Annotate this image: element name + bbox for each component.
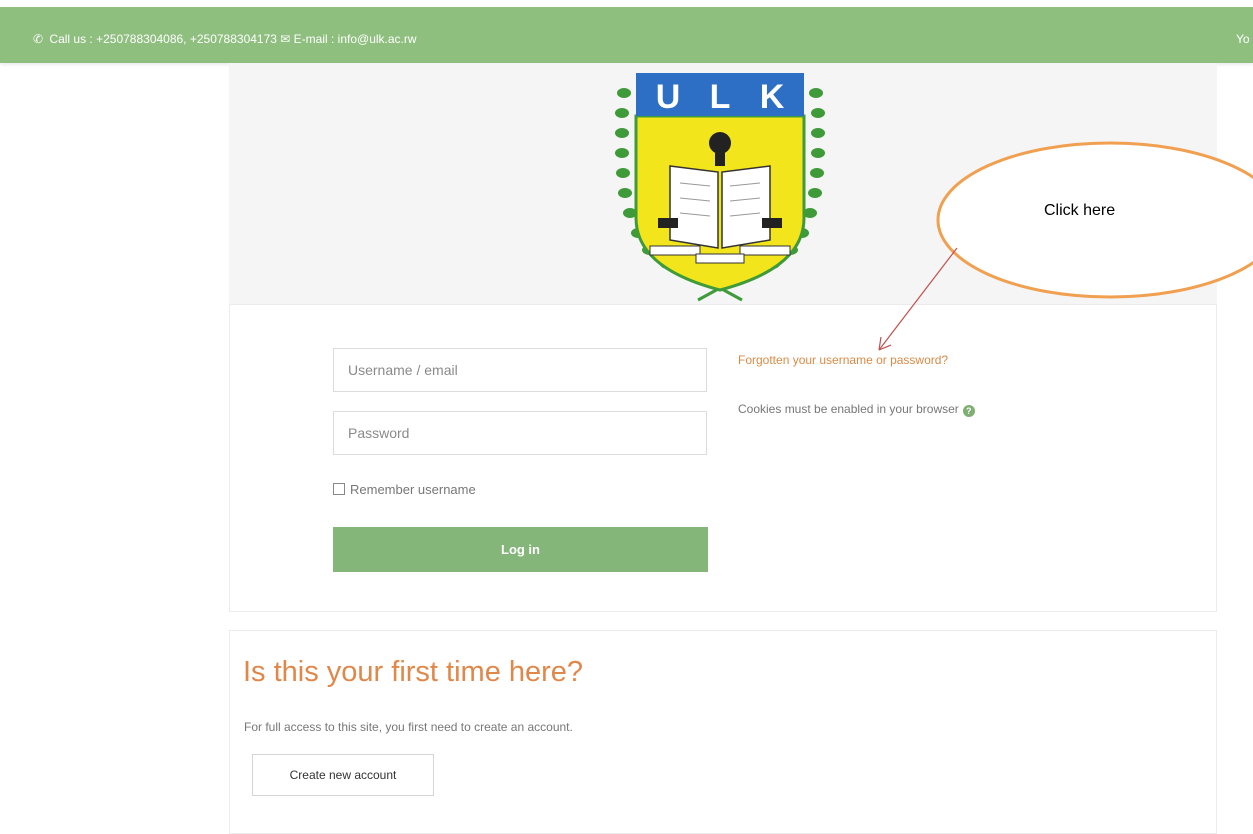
create-account-button[interactable]: Create new account — [252, 754, 434, 796]
password-input[interactable] — [333, 411, 707, 455]
phone-icon: ✆ — [33, 32, 44, 46]
top-contact-bar: ✆ Call us : +250788304086, +250788304173… — [0, 7, 1253, 63]
login-card: Remember username Log in Forgotten your … — [229, 304, 1217, 612]
help-icon[interactable]: ? — [962, 405, 975, 417]
ulk-crest-logo: U L K — [615, 73, 825, 302]
annotation-text: Click here — [1044, 202, 1116, 219]
logo-letter-k: K — [760, 78, 785, 116]
first-time-heading: Is this your first time here? — [243, 656, 584, 688]
remember-label: Remember username — [350, 482, 476, 497]
username-input[interactable] — [333, 348, 707, 392]
first-time-card: Is this your first time here? For full a… — [229, 630, 1217, 834]
logo-letter-u: U — [656, 78, 681, 116]
login-button[interactable]: Log in — [333, 527, 708, 572]
contact-text: Call us : +250788304086, +250788304173 ✉… — [49, 32, 417, 46]
contact-info: ✆ Call us : +250788304086, +250788304173… — [33, 32, 417, 46]
remember-checkbox[interactable] — [333, 483, 345, 495]
logo-panel: U L K — [229, 63, 1217, 305]
forgot-password-link[interactable]: Forgotten your username or password? — [738, 353, 948, 367]
user-menu-truncated[interactable]: Yo — [1236, 32, 1250, 46]
logo-letter-l: L — [710, 78, 731, 116]
first-time-text: For full access to this site, you first … — [244, 720, 573, 734]
cookies-notice: Cookies must be enabled in your browser? — [738, 402, 975, 417]
remember-username[interactable]: Remember username — [333, 482, 476, 497]
cookies-text: Cookies must be enabled in your browser — [738, 402, 959, 416]
